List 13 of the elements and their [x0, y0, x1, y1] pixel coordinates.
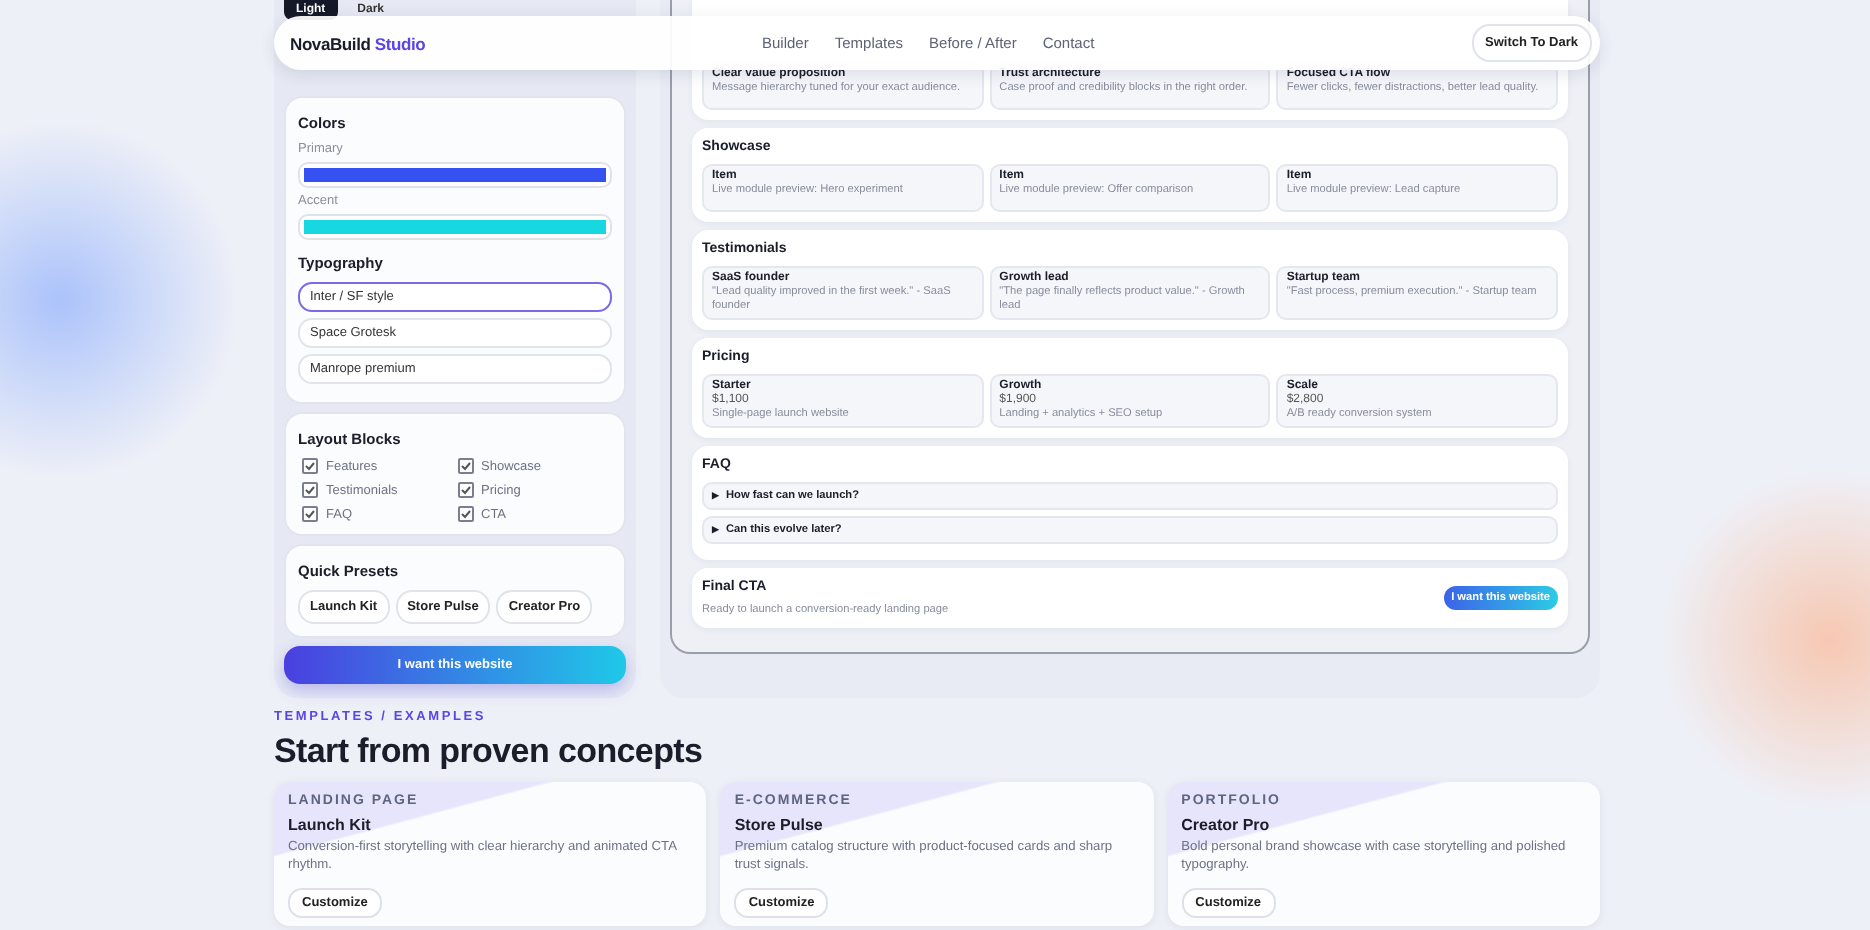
- checkbox[interactable]: [457, 458, 473, 474]
- checkbox[interactable]: [302, 482, 318, 498]
- template-title: Creator Pro: [1181, 816, 1272, 834]
- color-picker[interactable]: [298, 162, 612, 188]
- checkbox[interactable]: [457, 482, 473, 498]
- brand-logo[interactable]: NovaBuild Studio: [290, 33, 762, 53]
- color-picker[interactable]: [298, 214, 612, 240]
- checkbox[interactable]: [457, 506, 473, 522]
- template-title: Store Pulse: [734, 816, 825, 834]
- checkbox[interactable]: [302, 458, 318, 474]
- template-title: Launch Kit: [288, 816, 373, 834]
- checkbox[interactable]: [302, 506, 318, 522]
- section-heading: Start from proven concepts: [274, 732, 705, 772]
